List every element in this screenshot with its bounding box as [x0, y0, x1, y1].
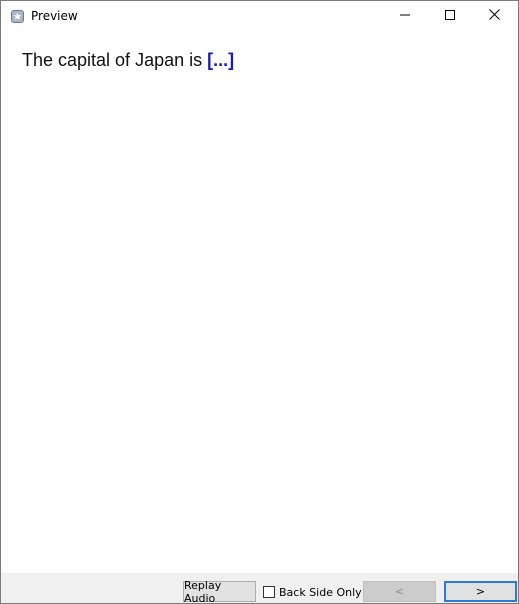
- preview-toolbar: Replay Audio Back Side Only < >: [1, 573, 518, 604]
- replay-audio-button[interactable]: Replay Audio: [183, 579, 256, 604]
- maximize-button[interactable]: [427, 1, 472, 31]
- maximize-icon: [444, 7, 455, 25]
- previous-card-button[interactable]: <: [363, 581, 436, 602]
- app-icon: [10, 9, 25, 24]
- card-preview-area: The capital of Japan is [...]: [1, 32, 518, 573]
- close-button[interactable]: [472, 1, 517, 31]
- back-side-only-toggle[interactable]: Back Side Only: [263, 584, 362, 600]
- card-question: The capital of Japan is [...]: [22, 50, 234, 71]
- window-title: Preview: [31, 9, 78, 23]
- next-card-button[interactable]: >: [444, 581, 517, 602]
- minimize-icon: [399, 7, 410, 25]
- back-side-only-checkbox[interactable]: [263, 586, 275, 598]
- minimize-button[interactable]: [382, 1, 427, 31]
- preview-window: Preview The capital of Japan is [...] Re…: [0, 0, 519, 604]
- card-question-text: The capital of Japan is: [22, 50, 208, 70]
- title-bar[interactable]: Preview: [1, 1, 518, 32]
- back-side-only-label: Back Side Only: [279, 585, 362, 599]
- cloze-deletion: [...]: [207, 50, 235, 70]
- close-icon: [489, 7, 500, 25]
